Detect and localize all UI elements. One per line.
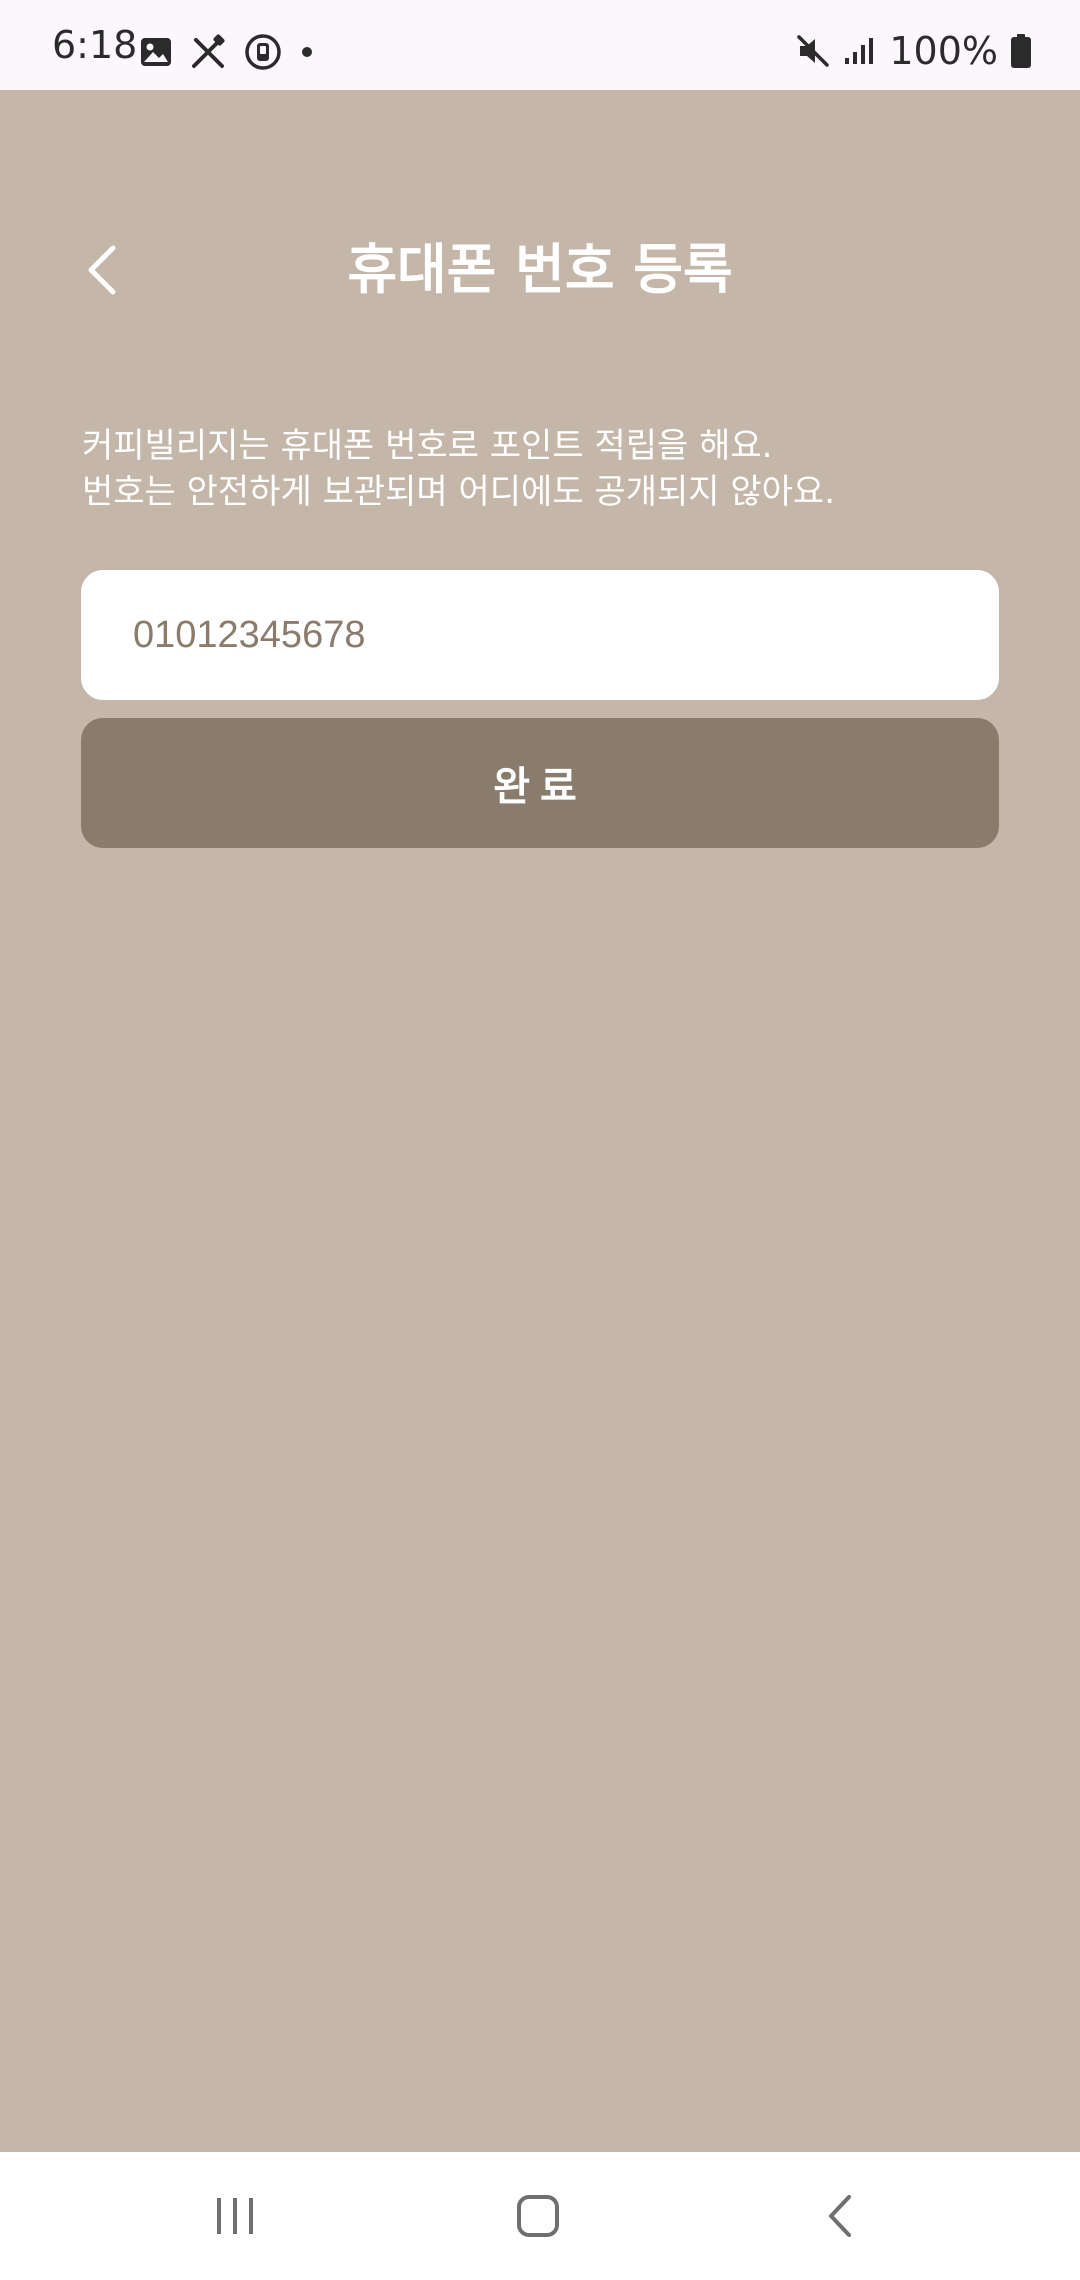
back-icon bbox=[829, 2195, 851, 2237]
recents-icon bbox=[217, 2198, 253, 2234]
timer-app-icon bbox=[244, 33, 282, 71]
status-bar: 6:18 100% bbox=[0, 0, 1080, 90]
page-title: 휴대폰 번호 등록 bbox=[347, 238, 733, 301]
recents-button[interactable] bbox=[165, 2152, 305, 2280]
chevron-left-icon bbox=[88, 245, 116, 295]
navigation-bar bbox=[0, 2152, 1080, 2280]
battery-icon bbox=[1010, 33, 1032, 69]
battery-percent: 100% bbox=[889, 29, 998, 73]
gallery-icon bbox=[140, 37, 172, 67]
description-line-2: 번호는 안전하게 보관되며 어디에도 공개되지 않아요. bbox=[82, 472, 836, 512]
mute-icon bbox=[795, 33, 831, 69]
description-line-1: 커피빌리지는 휴대폰 번호로 포인트 적립을 해요. bbox=[82, 426, 773, 466]
app-screen: 휴대폰 번호 등록 커피빌리지는 휴대폰 번호로 포인트 적립을 해요. 번호는… bbox=[0, 90, 1080, 2152]
dot-icon bbox=[300, 45, 314, 59]
status-icons-left bbox=[140, 32, 314, 72]
phone-number-input[interactable] bbox=[81, 570, 999, 700]
status-icons-right: 100% bbox=[795, 28, 1032, 74]
description: 커피빌리지는 휴대폰 번호로 포인트 적립을 해요. 번호는 안전하게 보관되며… bbox=[82, 423, 1002, 515]
status-time: 6:18 bbox=[52, 23, 138, 67]
tools-icon bbox=[190, 34, 226, 70]
nav-back-button[interactable] bbox=[770, 2152, 910, 2280]
signal-icon bbox=[843, 36, 877, 66]
complete-button[interactable]: 완료 bbox=[81, 718, 999, 848]
home-button[interactable] bbox=[468, 2152, 608, 2280]
back-button[interactable] bbox=[72, 230, 132, 310]
home-icon bbox=[517, 2195, 559, 2237]
